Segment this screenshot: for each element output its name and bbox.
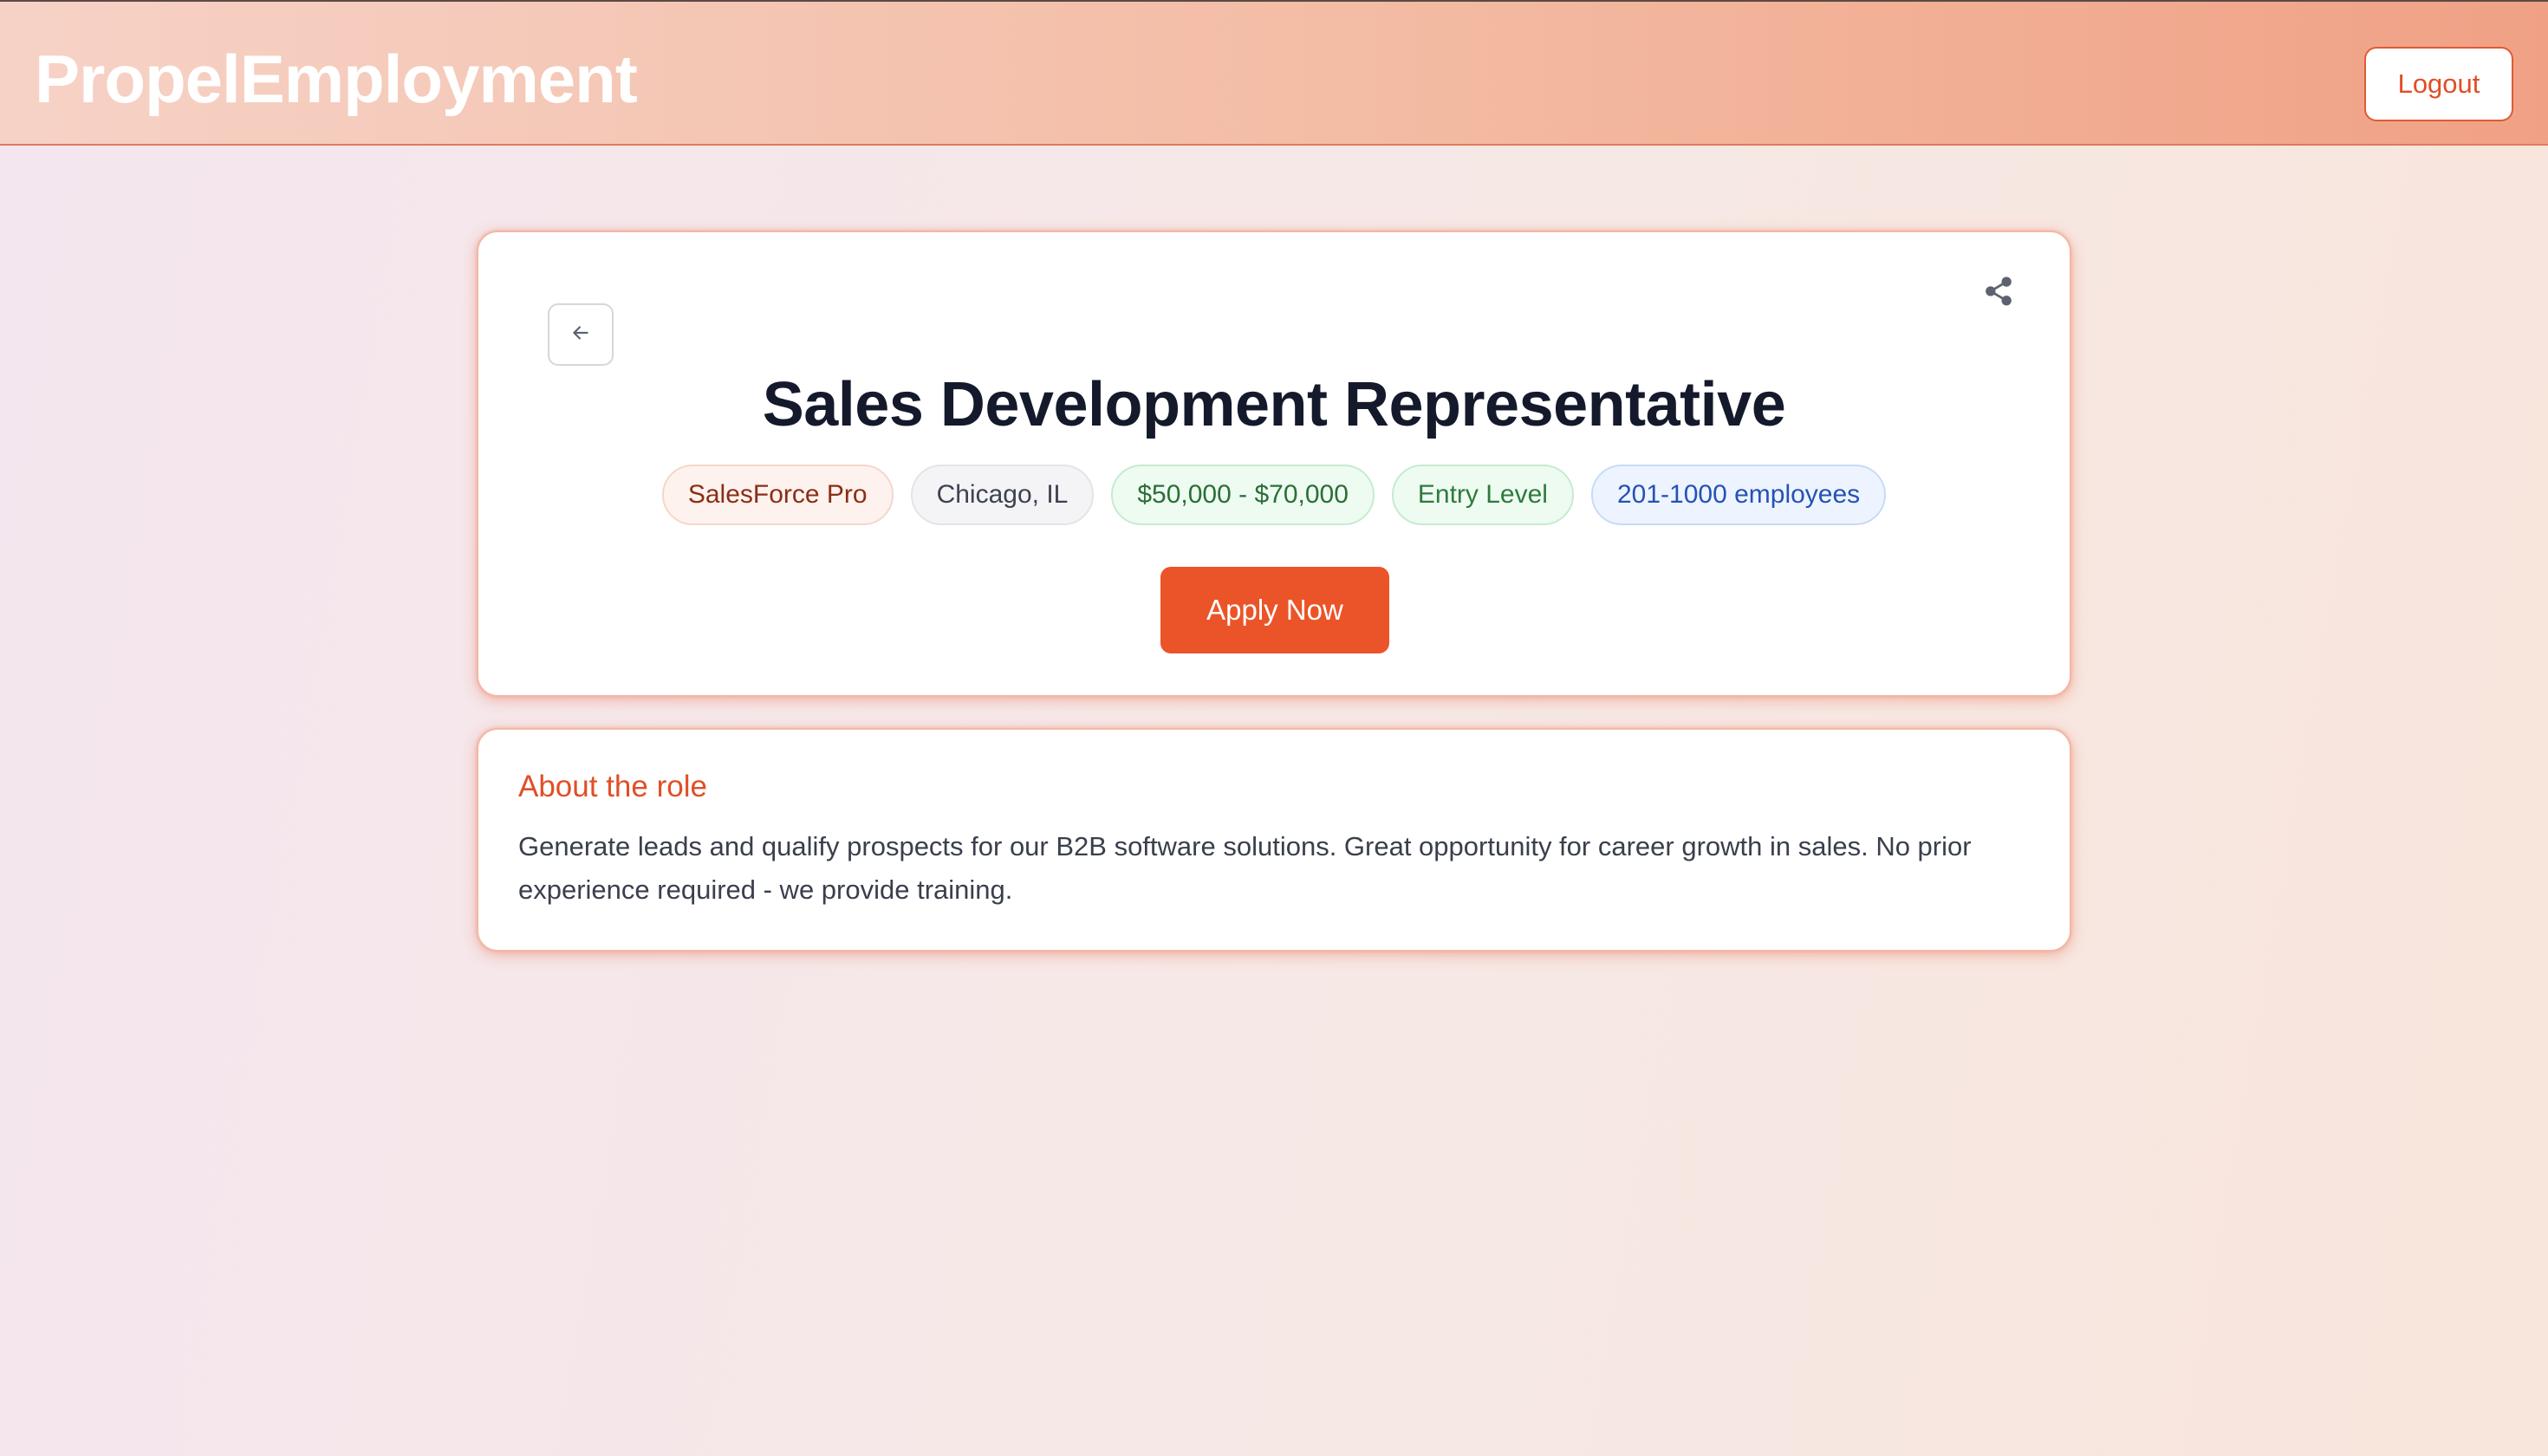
role-description: Generate leads and qualify prospects for… — [518, 831, 1972, 905]
job-header-card: Sales Development Representative SalesFo… — [477, 231, 2071, 697]
company-tag: SalesForce Pro — [661, 465, 894, 525]
company-size-tag: 201-1000 employees — [1590, 465, 1887, 525]
logout-button[interactable]: Logout — [2364, 47, 2513, 121]
about-role-heading: About the role — [518, 770, 707, 803]
share-button[interactable] — [1978, 272, 2019, 314]
share-icon — [1981, 274, 2016, 313]
location-tag: Chicago, IL — [910, 465, 1095, 525]
app-header: PropelEmployment Logout — [0, 0, 2548, 146]
about-role-card: About the role Generate leads and qualif… — [477, 728, 2071, 952]
experience-level-tag: Entry Level — [1391, 465, 1574, 525]
job-tags: SalesForce Pro Chicago, IL $50,000 - $70… — [478, 465, 2070, 525]
brand-logo[interactable]: PropelEmployment — [35, 45, 638, 113]
back-button[interactable] — [548, 303, 614, 366]
apply-now-button[interactable]: Apply Now — [1160, 567, 1389, 653]
salary-tag: $50,000 - $70,000 — [1111, 465, 1375, 525]
job-title: Sales Development Representative — [762, 370, 1786, 439]
arrow-left-icon — [569, 322, 592, 348]
